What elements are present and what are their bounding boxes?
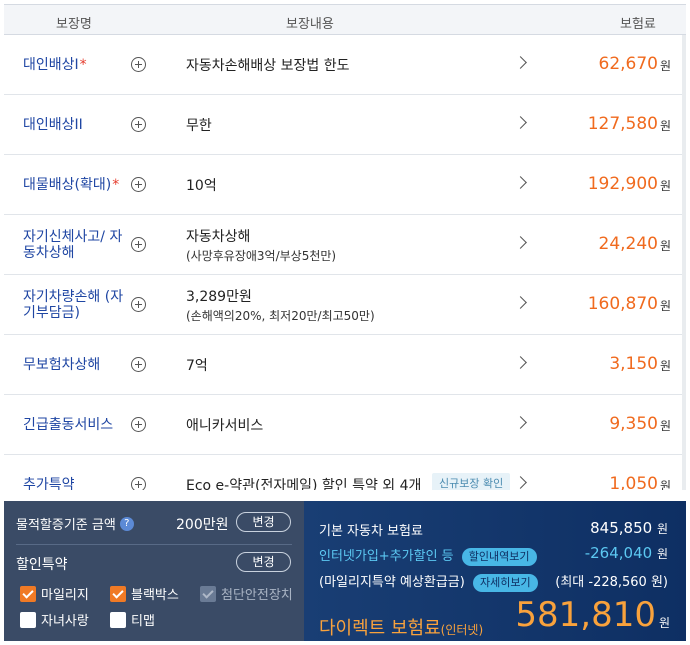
currency-unit: 원	[659, 119, 671, 133]
table-scrollbar[interactable]	[682, 35, 686, 490]
change-property-button[interactable]: 변경	[236, 512, 291, 532]
currency-unit: 원	[659, 419, 671, 433]
view-discount-details-button[interactable]: 할인내역보기	[461, 548, 537, 566]
checkbox-checked-icon[interactable]	[20, 585, 36, 602]
chevron-right-icon[interactable]	[514, 476, 527, 489]
checkbox-disabled-icon	[200, 585, 216, 602]
discount-settings-panel: 물적할증기준 금액 ? 200만원 변경 할인특약 변경 마일리지 블랙박스 첨…	[4, 501, 304, 641]
base-premium-label: 기본 자동차 보험료	[319, 524, 423, 539]
checkbox-mileage[interactable]: 마일리지	[20, 584, 89, 603]
chevron-right-icon[interactable]	[514, 416, 527, 429]
discount-label: 인터넷가입+추가할인 등 할인내역보기	[319, 545, 537, 566]
mileage-refund-label: (마일리지특약 예상환급금) 자세히보기	[319, 571, 538, 592]
coverage-name: 무보험차상해	[23, 357, 101, 373]
plus-circle-icon[interactable]	[131, 117, 146, 132]
premium-summary-panel: 기본 자동차 보험료 845,850 원 인터넷가입+추가할인 등 할인내역보기…	[304, 501, 686, 641]
checkbox-unchecked-icon[interactable]	[20, 611, 36, 628]
table-row[interactable]: 대물배상(확대)* 10억 192,900 원	[4, 155, 686, 215]
change-discount-button[interactable]: 변경	[236, 552, 291, 572]
table-row[interactable]: 긴급출동서비스 애니카서비스 9,350 원	[4, 395, 686, 455]
coverage-name: 긴급출동서비스	[23, 417, 114, 433]
premium-amount: 24,240	[598, 234, 658, 254]
new-coverage-badge[interactable]: 신규보장 확인	[432, 473, 511, 490]
plus-circle-icon[interactable]	[131, 57, 146, 72]
premium-amount: 127,580	[587, 114, 658, 134]
coverage-desc: 7억	[186, 358, 208, 374]
property-damage-amount: 200만원	[176, 517, 229, 533]
currency-unit: 원	[659, 299, 671, 313]
divider	[16, 544, 292, 545]
coverage-desc: 3,289만원 (손해액의20%, 최저20만/최고50만)	[186, 275, 506, 335]
table-row[interactable]: 대인배상I* 자동차손해배상 보장법 한도 62,670 원	[4, 35, 686, 95]
premium-amount: 192,900	[587, 174, 658, 194]
premium-amount: 1,050	[609, 474, 658, 490]
table-row[interactable]: 추가특약 Eco e-약관(전자메일) 할인 특약 외 4개 신규보장 확인 1…	[4, 455, 686, 490]
chevron-right-icon[interactable]	[514, 116, 527, 129]
table-row[interactable]: 무보험차상해 7억 3,150 원	[4, 335, 686, 395]
discount-value: -264,040 원	[584, 544, 668, 562]
checkbox-checked-icon[interactable]	[110, 585, 126, 602]
plus-circle-icon[interactable]	[131, 417, 146, 432]
checkbox-unchecked-icon[interactable]	[110, 611, 126, 628]
table-row[interactable]: 대인배상II 무한 127,580 원	[4, 95, 686, 155]
currency-unit: 원	[659, 59, 671, 73]
coverage-desc-sub: (손해액의20%, 최저20만/최고50만)	[186, 309, 375, 323]
coverage-name: 자기신체사고/ 자동차상해	[23, 229, 123, 261]
premium-amount: 160,870	[587, 294, 658, 314]
currency-unit: 원	[659, 239, 671, 253]
chevron-right-icon[interactable]	[514, 56, 527, 69]
plus-circle-icon[interactable]	[131, 357, 146, 372]
chevron-right-icon[interactable]	[514, 236, 527, 249]
checkbox-advanced-safety: 첨단안전장치	[200, 584, 293, 603]
premium-amount: 62,670	[598, 54, 658, 74]
coverage-desc-sub: (사망후유장애3억/부상5천만)	[186, 249, 337, 263]
coverage-name: 대물배상(확대)*	[23, 177, 120, 193]
chevron-right-icon[interactable]	[514, 356, 527, 369]
direct-premium-label: 다이렉트 보험료(인터넷)	[319, 618, 484, 639]
coverage-name: 대인배상II	[23, 117, 83, 133]
coverage-table: 보장명 보장내용 보험료 대인배상I* 자동차손해배상 보장법 한도 62,67…	[4, 4, 686, 490]
coverage-desc: 무한	[186, 118, 212, 134]
base-premium-value: 845,850 원	[590, 519, 668, 537]
premium-amount: 9,350	[609, 414, 658, 434]
property-damage-label: 물적할증기준 금액 ?	[16, 514, 134, 533]
plus-circle-icon[interactable]	[131, 297, 146, 312]
header-content: 보장내용	[286, 17, 334, 32]
view-mileage-details-button[interactable]: 자세히보기	[472, 574, 538, 592]
currency-unit: 원	[658, 616, 670, 630]
coverage-desc: 자동차상해 (사망후유장애3억/부상5천만)	[186, 215, 506, 275]
premium-amount: 3,150	[609, 354, 658, 374]
currency-unit: 원	[659, 179, 671, 193]
plus-circle-icon[interactable]	[131, 237, 146, 252]
coverage-desc: 10억	[186, 178, 217, 194]
required-mark: *	[112, 177, 120, 193]
plus-circle-icon[interactable]	[131, 477, 146, 490]
header-name: 보장명	[56, 17, 92, 32]
table-header: 보장명 보장내용 보험료	[4, 4, 686, 35]
coverage-name: 대인배상I*	[23, 57, 87, 73]
table-row[interactable]: 자기신체사고/ 자동차상해 자동차상해 (사망후유장애3억/부상5천만) 24,2…	[4, 215, 686, 275]
help-icon[interactable]: ?	[119, 516, 134, 531]
coverage-desc: 애니카서비스	[186, 418, 264, 434]
coverage-name: 추가특약	[23, 477, 75, 490]
currency-unit: 원	[659, 359, 671, 373]
table-row[interactable]: 자기차량손해 (자기부담금) 3,289만원 (손해액의20%, 최저20만/최고…	[4, 275, 686, 335]
plus-circle-icon[interactable]	[131, 177, 146, 192]
discount-title: 할인특약	[16, 557, 68, 573]
chevron-right-icon[interactable]	[514, 176, 527, 189]
currency-unit: 원	[659, 479, 671, 490]
coverage-name: 자기차량손해 (자기부담금)	[23, 289, 124, 321]
checkbox-blackbox[interactable]: 블랙박스	[110, 584, 179, 603]
direct-premium-value: 581,810	[515, 595, 656, 635]
mileage-refund-value: (최대 -228,560 원)	[555, 575, 668, 590]
chevron-right-icon[interactable]	[514, 296, 527, 309]
coverage-desc: 자동차손해배상 보장법 한도	[186, 58, 350, 74]
header-premium: 보험료	[620, 17, 656, 32]
checkbox-tmap[interactable]: 티맵	[110, 610, 155, 629]
checkbox-child-love[interactable]: 자녀사랑	[20, 610, 89, 629]
required-mark: *	[79, 57, 87, 73]
